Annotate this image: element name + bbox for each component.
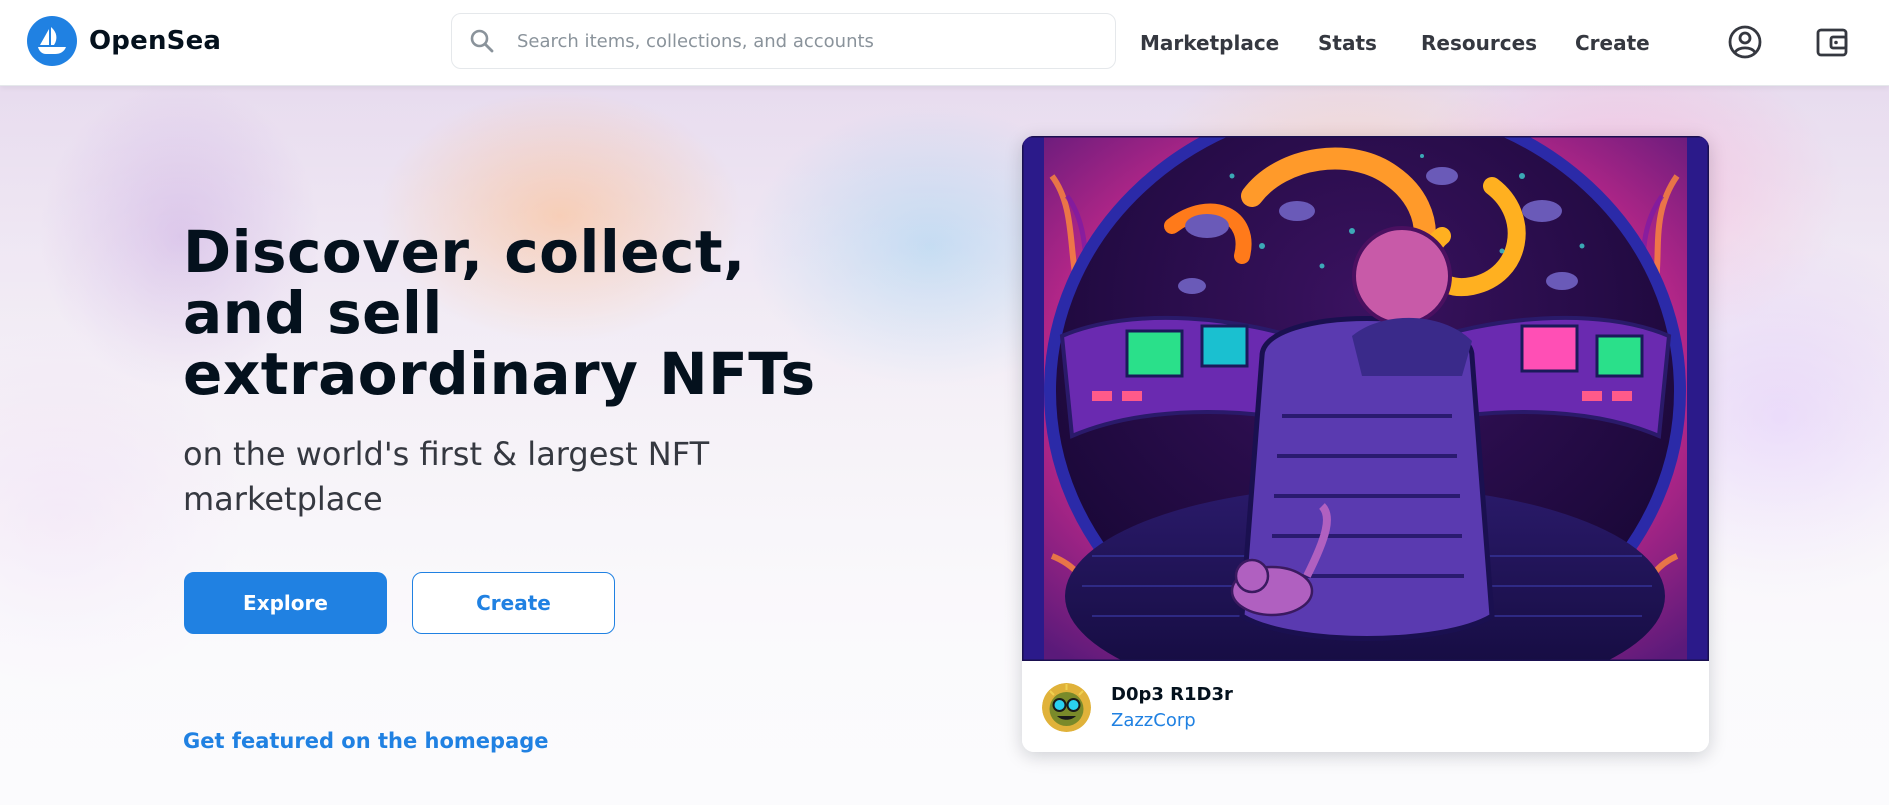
featured-nft-card[interactable]: D0p3 R1D3r ZazzCorp [1022, 136, 1709, 752]
opensea-logo-icon [27, 16, 77, 66]
nav-marketplace[interactable]: Marketplace [1140, 0, 1279, 86]
top-navbar: OpenSea Marketplace Stats Resources Crea… [0, 0, 1889, 86]
explore-button[interactable]: Explore [184, 572, 387, 634]
nav-create[interactable]: Create [1575, 0, 1650, 86]
get-featured-link[interactable]: Get featured on the homepage [183, 729, 549, 753]
nft-name: D0p3 R1D3r [1111, 684, 1233, 705]
creator-avatar[interactable] [1042, 683, 1091, 732]
hero-subline: on the world's first & largest NFT marke… [183, 435, 710, 518]
hero-section: Discover, collect, and sell extraordinar… [0, 86, 1889, 805]
hero-headline: Discover, collect, and sell extraordinar… [183, 218, 816, 408]
wallet-icon[interactable] [1812, 22, 1852, 62]
search-input[interactable] [517, 30, 1077, 52]
create-button[interactable]: Create [412, 572, 615, 634]
nft-collection-link[interactable]: ZazzCorp [1111, 710, 1196, 731]
account-icon[interactable] [1725, 22, 1765, 62]
nft-card-footer: D0p3 R1D3r ZazzCorp [1022, 661, 1709, 752]
nft-artwork-image [1022, 136, 1709, 661]
opensea-logo-link[interactable]: OpenSea [27, 16, 221, 66]
nav-stats[interactable]: Stats [1318, 0, 1377, 86]
search-icon [467, 26, 497, 56]
search-bar[interactable] [451, 13, 1116, 69]
nav-resources[interactable]: Resources [1421, 0, 1537, 86]
logo-text: OpenSea [89, 26, 222, 56]
